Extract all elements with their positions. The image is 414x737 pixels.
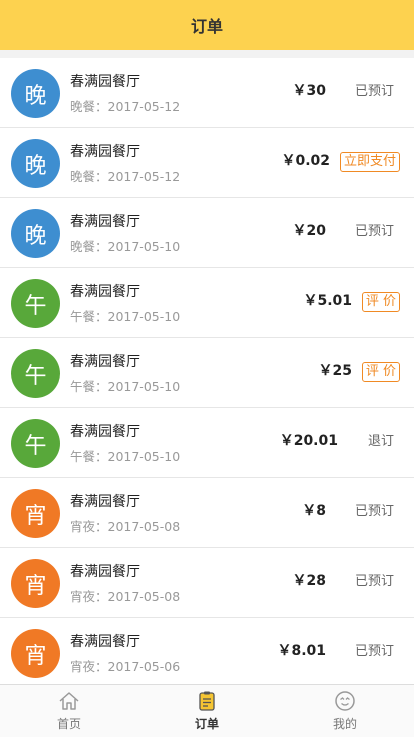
order-row[interactable]: 宵 春满园餐厅 宵夜：2017-05-08 ￥8 已预订 <box>0 478 414 548</box>
meal-avatar: 晚 <box>11 69 60 118</box>
order-row[interactable]: 晚 春满园餐厅 晚餐：2017-05-12 ￥30 已预订 <box>0 58 414 128</box>
restaurant-name: 春满园餐厅 <box>70 634 140 650</box>
order-price: ￥8 <box>302 503 326 519</box>
tab-profile-label: 我的 <box>332 717 357 731</box>
order-list: 晚 春满园餐厅 晚餐：2017-05-12 ￥30 已预订 晚 春满园餐厅 晚餐… <box>0 58 414 688</box>
meal-date: 晚餐：2017-05-12 <box>70 169 181 184</box>
tab-orders-label: 订单 <box>194 717 219 731</box>
order-price: ￥0.02 <box>281 153 330 169</box>
order-status: 已预订 <box>354 84 394 99</box>
home-icon <box>58 690 80 712</box>
review-button[interactable]: 评 价 <box>361 292 400 312</box>
order-price: ￥25 <box>318 363 352 379</box>
header: 订单 <box>0 0 414 50</box>
restaurant-name: 春满园餐厅 <box>70 284 140 300</box>
tab-home[interactable]: 首页 <box>0 685 138 737</box>
order-status: 已预订 <box>354 644 394 659</box>
order-price: ￥20.01 <box>279 433 338 449</box>
meal-avatar: 晚 <box>11 139 60 188</box>
meal-date: 晚餐：2017-05-12 <box>70 99 181 114</box>
profile-icon <box>334 690 356 712</box>
order-row[interactable]: 宵 春满园餐厅 宵夜：2017-05-08 ￥28 已预订 <box>0 548 414 618</box>
meal-avatar: 宵 <box>11 489 60 538</box>
order-row[interactable]: 午 春满园餐厅 午餐：2017-05-10 ￥5.01 评 价 <box>0 268 414 338</box>
meal-date: 宵夜：2017-05-08 <box>70 519 181 534</box>
restaurant-name: 春满园餐厅 <box>70 494 140 510</box>
order-row[interactable]: 晚 春满园餐厅 晚餐：2017-05-10 ￥20 已预订 <box>0 198 414 268</box>
meal-date: 午餐：2017-05-10 <box>70 449 181 464</box>
meal-avatar: 宵 <box>11 629 60 678</box>
tab-home-label: 首页 <box>56 717 81 731</box>
restaurant-name: 春满园餐厅 <box>70 564 140 580</box>
tab-orders[interactable]: 订单 <box>138 685 276 737</box>
meal-avatar: 晚 <box>11 209 60 258</box>
restaurant-name: 春满园餐厅 <box>70 144 140 160</box>
restaurant-name: 春满园餐厅 <box>70 354 140 370</box>
order-status[interactable]: 退订 <box>368 430 394 449</box>
meal-date: 午餐：2017-05-10 <box>70 309 181 324</box>
order-price: ￥8.01 <box>277 643 326 659</box>
meal-avatar: 午 <box>11 349 60 398</box>
pay-now-button[interactable]: 立即支付 <box>339 152 400 172</box>
order-price: ￥5.01 <box>303 293 352 309</box>
restaurant-name: 春满园餐厅 <box>70 424 140 440</box>
page-title: 订单 <box>190 17 223 36</box>
meal-date: 宵夜：2017-05-08 <box>70 589 181 604</box>
order-row[interactable]: 午 春满园餐厅 午餐：2017-05-10 ￥25 评 价 <box>0 338 414 408</box>
restaurant-name: 春满园餐厅 <box>70 214 140 230</box>
restaurant-name: 春满园餐厅 <box>70 74 140 90</box>
order-price: ￥28 <box>292 573 326 589</box>
order-row[interactable]: 宵 春满园餐厅 宵夜：2017-05-06 ￥8.01 已预订 <box>0 618 414 688</box>
meal-avatar: 午 <box>11 419 60 468</box>
meal-date: 午餐：2017-05-10 <box>70 379 181 394</box>
meal-date: 宵夜：2017-05-06 <box>70 659 181 674</box>
order-price: ￥20 <box>292 223 326 239</box>
bottom-tab-bar: 首页 订单 我的 <box>0 684 414 737</box>
order-row[interactable]: 晚 春满园餐厅 晚餐：2017-05-12 ￥0.02 立即支付 <box>0 128 414 198</box>
meal-date: 晚餐：2017-05-10 <box>70 239 181 254</box>
order-icon <box>196 690 218 712</box>
meal-avatar: 宵 <box>11 559 60 608</box>
order-status: 已预订 <box>354 574 394 589</box>
meal-avatar: 午 <box>11 279 60 328</box>
tab-profile[interactable]: 我的 <box>276 685 414 737</box>
order-row[interactable]: 午 春满园餐厅 午餐：2017-05-10 ￥20.01 退订 <box>0 408 414 478</box>
order-status: 已预订 <box>354 224 394 239</box>
review-button[interactable]: 评 价 <box>361 362 400 382</box>
order-price: ￥30 <box>292 83 326 99</box>
order-status: 已预订 <box>354 504 394 519</box>
